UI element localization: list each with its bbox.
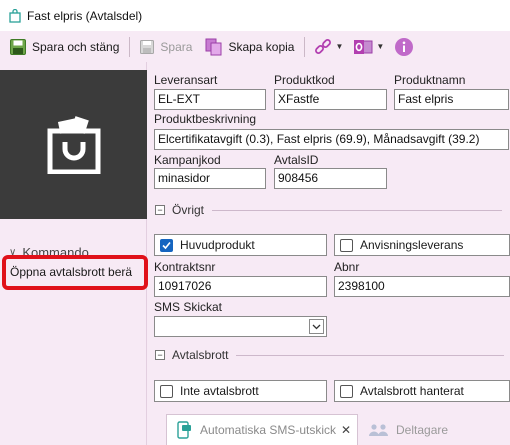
- window-title: Fast elpris (Avtalsdel): [27, 8, 143, 23]
- inte-avtalsbrott-label: Inte avtalsbrott: [180, 384, 259, 398]
- collapse-icon: −: [155, 205, 165, 215]
- ovrigt-label: Övrigt: [172, 203, 205, 217]
- chevron-down-icon: [312, 324, 321, 329]
- save-and-close-button[interactable]: Spara och stäng: [6, 35, 122, 59]
- link-icon: [315, 38, 332, 54]
- huvudprodukt-checkbox[interactable]: [160, 238, 173, 252]
- leveransart-field[interactable]: EL-EXT: [154, 89, 266, 110]
- chevron-down-icon: ▼: [335, 42, 344, 51]
- collapse-icon: −: [155, 350, 165, 360]
- produktbeskrivning-field[interactable]: Elcertifikatavgift (0.3), Fast elpris (6…: [154, 129, 509, 150]
- leveransart-label: Leveransart: [154, 73, 218, 87]
- sms-skickat-label: SMS Skickat: [154, 300, 223, 314]
- tab-automatiska-sms-label: Automatiska SMS-utskick: [200, 423, 337, 437]
- abnr-field[interactable]: 2398100: [334, 276, 510, 297]
- avtalsbrott-hanterat-label: Avtalsbrott hanterat: [360, 384, 464, 398]
- save-button[interactable]: Spara: [136, 35, 195, 59]
- outlook-dropdown-button[interactable]: ▼: [350, 35, 387, 59]
- close-icon[interactable]: ✕: [341, 423, 351, 437]
- kampanjkod-field[interactable]: minasidor: [154, 168, 266, 189]
- anvisningsleverans-checkbox[interactable]: [340, 238, 353, 252]
- save-label: Spara: [160, 39, 193, 54]
- kontraktsnr-label: Kontraktsnr: [154, 260, 216, 274]
- shopping-bag-logo-icon: [47, 115, 100, 174]
- chevron-down-icon: ▼: [376, 42, 385, 51]
- produktnamn-field[interactable]: Fast elpris: [394, 89, 509, 110]
- anvisningsleverans-checkbox-row[interactable]: Anvisningsleverans: [334, 234, 510, 256]
- inte-avtalsbrott-checkbox-row[interactable]: Inte avtalsbrott: [154, 380, 327, 402]
- inte-avtalsbrott-checkbox[interactable]: [160, 384, 173, 398]
- checkmark-icon: [162, 241, 171, 249]
- toolbar-separator: [129, 36, 131, 57]
- info-icon: [395, 37, 414, 56]
- avtalsbrott-hanterat-checkbox[interactable]: [340, 384, 353, 398]
- huvudprodukt-checkbox-row[interactable]: Huvudprodukt: [154, 234, 327, 256]
- avtalsid-label: AvtalsID: [274, 153, 319, 167]
- shopping-bag-icon: [9, 8, 21, 23]
- huvudprodukt-label: Huvudprodukt: [180, 238, 255, 252]
- avtalsid-field[interactable]: 908456: [274, 168, 387, 189]
- tab-deltagare[interactable]: Deltagare: [368, 414, 448, 445]
- highlight-annotation-box: [2, 255, 148, 290]
- kampanjkod-label: Kampanjkod: [154, 153, 221, 167]
- avtalsbrott-label: Avtalsbrott: [172, 348, 229, 362]
- toolbar: Spara och stäng Spara Skapa kopia ▼ ▼: [0, 31, 510, 62]
- ovrigt-section-header[interactable]: − Övrigt: [155, 203, 503, 217]
- sidebar: ∨ Kommando Öppna avtalsbrott berä: [0, 62, 148, 445]
- tab-automatiska-sms[interactable]: Automatiska SMS-utskick ✕: [166, 414, 358, 445]
- create-copy-button[interactable]: Skapa kopia: [202, 35, 297, 59]
- abnr-label: Abnr: [334, 260, 360, 274]
- section-divider: [236, 354, 505, 356]
- sms-skickat-select[interactable]: [154, 316, 327, 337]
- produktnamn-label: Produktnamn: [394, 73, 466, 87]
- save-and-close-label: Spara och stäng: [32, 39, 120, 54]
- avtalsbrott-hanterat-checkbox-row[interactable]: Avtalsbrott hanterat: [334, 380, 510, 402]
- tab-deltagare-label: Deltagare: [396, 422, 449, 437]
- save-close-icon: [10, 38, 26, 55]
- title-bar: Fast elpris (Avtalsdel): [0, 0, 510, 31]
- entity-logo-panel: [0, 70, 147, 219]
- kontraktsnr-field[interactable]: 10917026: [154, 276, 327, 297]
- produktkod-label: Produktkod: [274, 73, 335, 87]
- avtalsbrott-section-header[interactable]: − Avtalsbrott: [155, 348, 505, 362]
- phone-message-icon: [177, 421, 191, 439]
- info-button[interactable]: [391, 35, 417, 59]
- copy-icon: [205, 38, 222, 55]
- people-icon: [369, 423, 388, 436]
- produktkod-field[interactable]: XFastfe: [274, 89, 387, 110]
- link-dropdown-button[interactable]: ▼: [311, 35, 346, 59]
- dropdown-arrow[interactable]: [309, 319, 324, 334]
- anvisningsleverans-label: Anvisningsleverans: [360, 238, 464, 252]
- save-icon: [140, 39, 155, 54]
- create-copy-label: Skapa kopia: [228, 39, 295, 54]
- produktbeskrivning-label: Produktbeskrivning: [154, 112, 257, 126]
- outlook-icon: [354, 39, 373, 54]
- toolbar-separator: [304, 36, 306, 57]
- section-divider: [212, 209, 503, 211]
